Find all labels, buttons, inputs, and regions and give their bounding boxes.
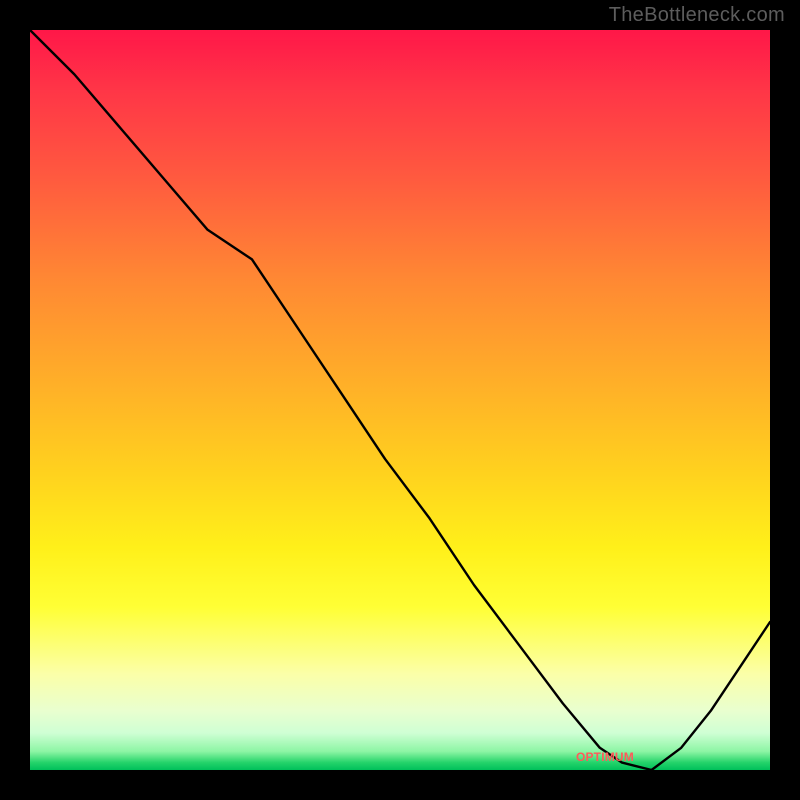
plot-area: OPTIMUM bbox=[30, 30, 770, 770]
bottleneck-curve-path bbox=[30, 30, 770, 770]
curve-svg bbox=[30, 30, 770, 770]
optimum-annotation: OPTIMUM bbox=[576, 750, 634, 764]
watermark-text: TheBottleneck.com bbox=[609, 4, 785, 27]
chart-container: TheBottleneck.com OPTIMUM bbox=[0, 0, 800, 800]
